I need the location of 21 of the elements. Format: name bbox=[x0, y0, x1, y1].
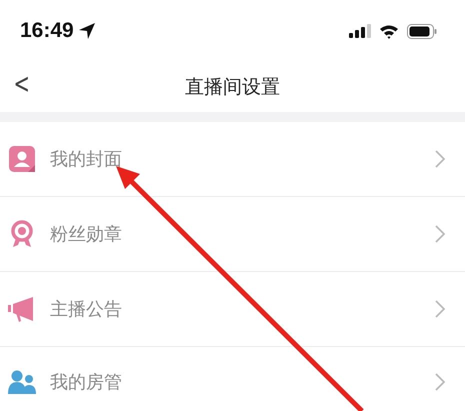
portrait-icon bbox=[8, 145, 36, 173]
people-icon bbox=[8, 368, 36, 396]
signal-icon bbox=[349, 24, 371, 38]
row-label: 我的封面 bbox=[50, 148, 122, 172]
settings-row[interactable]: 粉丝勋章 bbox=[0, 197, 465, 272]
settings-row[interactable]: 主播公告 bbox=[0, 272, 465, 347]
location-icon bbox=[78, 22, 96, 40]
settings-row[interactable]: 我的房管 bbox=[0, 347, 465, 411]
chevron-icon bbox=[435, 373, 445, 391]
back-button[interactable]: < bbox=[9, 70, 34, 98]
row-label: 粉丝勋章 bbox=[50, 222, 122, 246]
row-label: 主播公告 bbox=[50, 298, 122, 322]
megaphone-icon bbox=[8, 295, 36, 323]
battery-icon bbox=[407, 24, 437, 38]
wifi-icon bbox=[379, 24, 399, 38]
chevron-icon bbox=[435, 150, 445, 168]
row-label: 我的房管 bbox=[50, 370, 122, 394]
page-title: 直播间设置 bbox=[185, 74, 280, 100]
chevron-icon bbox=[435, 225, 445, 243]
status-time: 16:49 bbox=[20, 18, 74, 44]
chevron-icon bbox=[435, 300, 445, 318]
